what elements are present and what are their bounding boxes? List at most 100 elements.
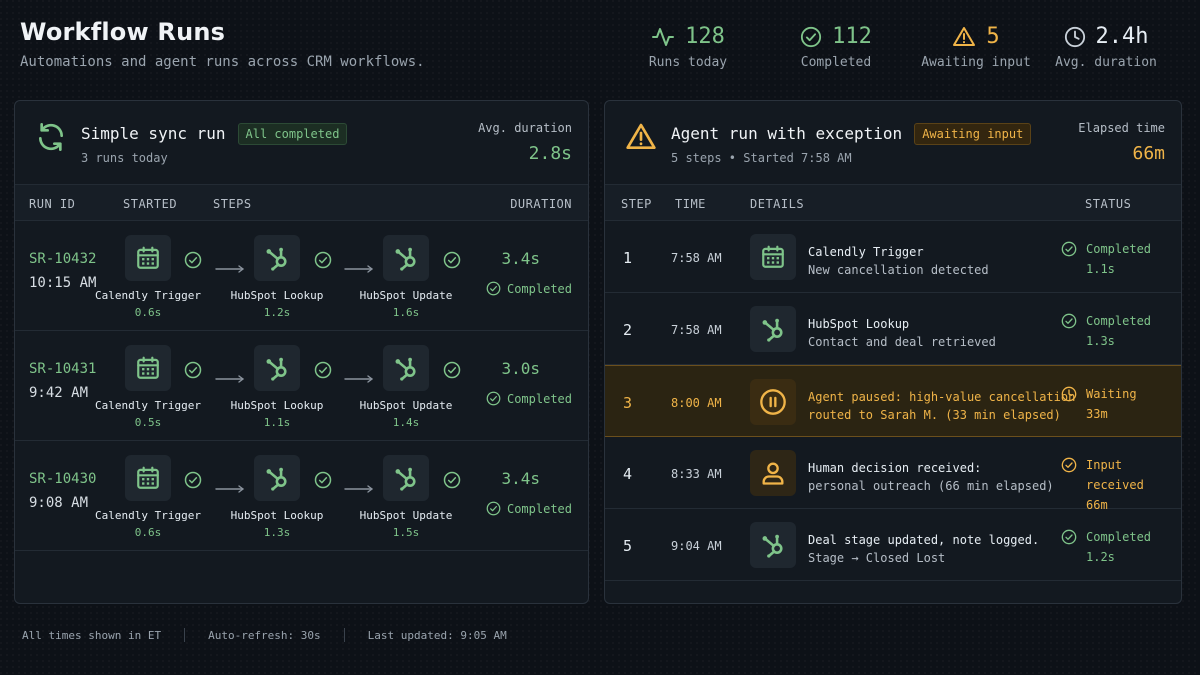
hubspot-icon bbox=[254, 235, 300, 281]
steps-table-body: 1 7:58 AM Calendly Trigger New cancellat… bbox=[605, 221, 1181, 581]
step-status-duration: 1.3s bbox=[1086, 334, 1115, 348]
column-header-started[interactable]: STARTED bbox=[123, 197, 177, 211]
panel-title: Simple sync run All completed bbox=[81, 123, 348, 145]
step-status: Completed 1.1s bbox=[1061, 239, 1151, 279]
check-circle-icon bbox=[1061, 313, 1077, 329]
step-duration: 0.6s bbox=[134, 306, 162, 319]
stat-value: 128 bbox=[685, 24, 725, 49]
metric-label: Avg. duration bbox=[478, 121, 572, 135]
column-header-duration[interactable]: DURATION bbox=[510, 197, 572, 211]
panel-subtitle: 3 runs today bbox=[81, 151, 168, 165]
check-circle-icon bbox=[314, 251, 332, 269]
workflow-step[interactable]: Calendly Trigger 0.5s bbox=[93, 345, 203, 429]
agent-run-panel: Agent run with exception Awaiting input 5… bbox=[604, 100, 1182, 604]
step-name: HubSpot Lookup bbox=[230, 509, 324, 522]
step-status-label: Waiting bbox=[1086, 387, 1137, 401]
step-number: 4 bbox=[623, 465, 633, 483]
column-header-time[interactable]: TIME bbox=[675, 197, 706, 211]
column-header-step[interactable]: STEP bbox=[621, 197, 652, 211]
panel-title-text: Agent run with exception bbox=[671, 124, 903, 143]
workflow-step[interactable]: HubSpot Lookup 1.1s bbox=[222, 345, 332, 429]
clock-icon bbox=[1061, 386, 1077, 402]
stat-label: Avg. duration bbox=[1055, 55, 1157, 70]
run-start-time: 10:15 AM bbox=[29, 275, 97, 291]
status-badge: Awaiting input bbox=[914, 123, 1032, 145]
run-start-time: 9:42 AM bbox=[29, 385, 89, 401]
last-updated: Last updated: 9:05 AM bbox=[367, 628, 507, 642]
summary-stats: 128 Runs today 112 Completed 5 Awaiting … bbox=[628, 24, 1166, 70]
table-row[interactable]: 4 8:33 AM Human decision received: perso… bbox=[605, 437, 1181, 512]
stat-value: 2.4h bbox=[1095, 24, 1149, 49]
run-duration: 3.0s bbox=[501, 359, 540, 378]
auto-refresh-setting[interactable]: Auto-refresh: 30s bbox=[208, 629, 321, 642]
warning-icon bbox=[626, 123, 656, 149]
check-circle-icon bbox=[184, 361, 202, 379]
step-name: Calendly Trigger bbox=[95, 509, 201, 522]
check-circle-icon bbox=[486, 501, 501, 516]
step-status: Completed 1.2s bbox=[1061, 527, 1151, 567]
table-row[interactable]: SR-10430 9:08 AM Calendly Trigger 0.6s H… bbox=[15, 441, 588, 551]
panel-metric: Elapsed time 66m bbox=[1078, 121, 1165, 164]
check-circle-icon bbox=[1061, 529, 1077, 545]
check-circle-icon bbox=[184, 251, 202, 269]
workflow-step[interactable]: HubSpot Update 1.6s bbox=[351, 235, 461, 319]
run-start-time: 9:08 AM bbox=[29, 495, 89, 511]
metric-label: Elapsed time bbox=[1078, 121, 1165, 135]
step-detail-desc: Stage → Closed Lost bbox=[808, 551, 946, 565]
stat-value: 112 bbox=[832, 24, 872, 49]
step-status-duration: 33m bbox=[1086, 407, 1108, 421]
hubspot-icon bbox=[383, 455, 429, 501]
stat-completed: 112 Completed bbox=[766, 24, 906, 70]
table-row[interactable]: 3 8:00 AM Agent paused: high-value cance… bbox=[605, 365, 1181, 437]
workflow-step[interactable]: HubSpot Lookup 1.2s bbox=[222, 235, 332, 319]
step-status-duration: 1.2s bbox=[1086, 550, 1115, 564]
step-status-label: Completed bbox=[1086, 314, 1152, 328]
table-row[interactable]: 2 7:58 AM HubSpot Lookup Contact and dea… bbox=[605, 293, 1181, 365]
workflow-step[interactable]: Calendly Trigger 0.6s bbox=[93, 455, 203, 539]
run-status-label: Completed bbox=[506, 501, 572, 516]
workflow-step[interactable]: Calendly Trigger 0.6s bbox=[93, 235, 203, 319]
check-circle-icon bbox=[443, 251, 461, 269]
step-name: Calendly Trigger bbox=[95, 399, 201, 412]
check-circle-icon bbox=[443, 471, 461, 489]
stat-label: Completed bbox=[800, 55, 872, 70]
step-duration: 1.5s bbox=[392, 526, 420, 539]
step-detail-desc: New cancellation detected bbox=[808, 263, 989, 277]
column-header-steps[interactable]: STEPS bbox=[213, 197, 252, 211]
table-row[interactable]: SR-10431 9:42 AM Calendly Trigger 0.5s H… bbox=[15, 331, 588, 441]
step-name: HubSpot Update bbox=[359, 399, 453, 412]
step-number: 2 bbox=[623, 321, 633, 339]
table-header: RUN ID STARTED STEPS DURATION bbox=[15, 185, 588, 221]
run-id-link[interactable]: SR-10430 bbox=[29, 471, 96, 487]
step-detail-title: Agent paused: high-value cancellation bbox=[808, 390, 1076, 404]
step-duration: 1.1s bbox=[263, 416, 291, 429]
workflow-step[interactable]: HubSpot Lookup 1.3s bbox=[222, 455, 332, 539]
run-duration: 3.4s bbox=[501, 469, 540, 488]
column-header-details[interactable]: DETAILS bbox=[750, 197, 804, 211]
page-title: Workflow Runs bbox=[20, 18, 226, 46]
status-badge: All completed bbox=[237, 123, 348, 145]
table-row[interactable]: SR-10432 10:15 AM Calendly Trigger 0.6s … bbox=[15, 221, 588, 331]
column-header-run-id[interactable]: RUN ID bbox=[29, 197, 75, 211]
run-id-link[interactable]: SR-10431 bbox=[29, 361, 96, 377]
check-circle-icon bbox=[443, 361, 461, 379]
step-duration: 1.2s bbox=[263, 306, 291, 319]
table-row[interactable]: 1 7:58 AM Calendly Trigger New cancellat… bbox=[605, 221, 1181, 293]
warning-icon bbox=[953, 26, 976, 46]
run-status: Completed bbox=[486, 501, 572, 516]
check-circle-icon bbox=[1061, 241, 1077, 257]
workflow-step[interactable]: HubSpot Update 1.5s bbox=[351, 455, 461, 539]
workflow-step[interactable]: HubSpot Update 1.4s bbox=[351, 345, 461, 429]
step-name: Calendly Trigger bbox=[95, 289, 201, 302]
run-id-link[interactable]: SR-10432 bbox=[29, 251, 96, 267]
step-status-label: Input received bbox=[1086, 458, 1144, 492]
page-subtitle: Automations and agent runs across CRM wo… bbox=[20, 54, 425, 70]
hubspot-icon bbox=[383, 345, 429, 391]
step-details: Calendly Trigger New cancellation detect… bbox=[808, 243, 989, 279]
step-status: Waiting 33m bbox=[1061, 384, 1137, 424]
table-row[interactable]: 5 9:04 AM Deal stage updated, note logge… bbox=[605, 509, 1181, 581]
column-header-status[interactable]: STATUS bbox=[1085, 197, 1131, 211]
stat-runs-today: 128 Runs today bbox=[628, 24, 748, 70]
stat-label: Runs today bbox=[648, 55, 728, 70]
hubspot-icon bbox=[383, 235, 429, 281]
